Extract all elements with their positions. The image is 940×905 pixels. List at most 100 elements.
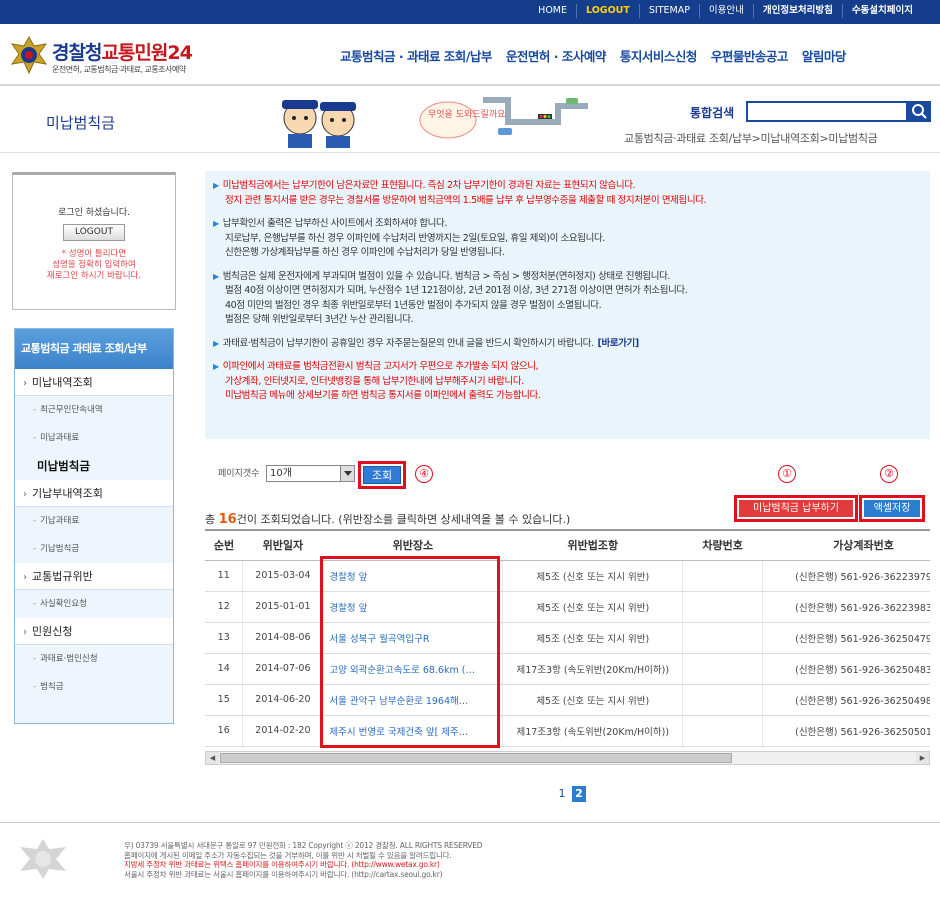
faq-shortcut-link[interactable]: [바로가기] — [598, 338, 640, 349]
column-header: 위반법조항 — [502, 529, 683, 561]
main-nav: 교통범칙금 · 과태료 조회/납부 운전면허 · 조사예약 통지서비스신청 우편… — [340, 46, 860, 65]
table-cell: 16 — [205, 715, 244, 747]
page-size-select[interactable]: 10개 — [266, 465, 355, 482]
side-menu-paid-penalty[interactable]: 기납과태료 — [15, 507, 173, 535]
bullet-icon: ▶ — [213, 219, 219, 228]
police-emblem-icon — [20, 839, 66, 879]
table-cell: 제5조 (신호 또는 지시 위반) — [502, 684, 684, 716]
nav-fine-payment[interactable]: 교통범칙금 · 과태료 조회/납부 — [340, 46, 492, 65]
excel-button-highlight: 액셀저장 — [859, 495, 925, 522]
table-cell — [682, 560, 764, 592]
nav-notification-service[interactable]: 통지서비스신청 — [620, 46, 698, 65]
side-menu-petition[interactable]: 민원신청 — [15, 618, 173, 645]
notice-box: ▶ 미납범칙금에서는 납부기한이 남은자료만 표현됩니다. 즉심 2차 납부기한이… — [205, 171, 930, 439]
home-link[interactable]: HOME — [529, 4, 576, 18]
violation-location-link[interactable]: 제주시 번영로 국제건축 앞[ 제주… — [322, 715, 504, 747]
table-row: 13 2014-08-06 서울 성북구 월곡역입구R 제5조 (신호 또는 지시 위… — [205, 622, 930, 654]
table-cell: (신한은행) 561-926-36250483 — [762, 653, 930, 685]
table-row: 16 2014-02-20 제주시 번영로 국제건축 앞[ 제주… 제17조3항 (속… — [205, 715, 930, 747]
table-cell: (신한은행) 561-926-36223983 — [762, 591, 930, 623]
inquiry-button[interactable]: 조회 — [363, 466, 401, 484]
table-cell: 제17조3항 (속도위반(20Km/H이하)) — [502, 715, 684, 747]
page-title: 미납범칙금 — [46, 114, 116, 132]
violation-location-link[interactable]: 경찰청 앞 — [322, 591, 504, 623]
sitemap-link[interactable]: SITEMAP — [638, 4, 699, 18]
police-emblem-icon[interactable] — [10, 36, 48, 76]
side-menu-penalty-request[interactable]: 과태료·범인신청 — [15, 645, 173, 673]
table-cell — [682, 622, 764, 654]
nav-returned-mail[interactable]: 우편물반송공고 — [711, 46, 789, 65]
site-logo[interactable]: 경찰청교통민원24 — [52, 38, 193, 65]
table-cell: 2014-02-20 — [242, 715, 324, 747]
table-cell — [682, 715, 764, 747]
page-2-link[interactable]: 2 — [572, 786, 586, 802]
scroll-thumb[interactable] — [220, 753, 732, 763]
table-cell: 2014-08-06 — [242, 622, 324, 654]
table-cell: 제17조3항 (속도위반(20Km/H이하)) — [502, 653, 684, 685]
side-menu-paid[interactable]: 기납부내역조회 — [15, 480, 173, 507]
chevron-down-icon — [340, 466, 354, 481]
bullet-icon: ▶ — [213, 338, 219, 348]
bullet-icon: ▶ — [213, 362, 219, 371]
table-cell: (신한은행) 561-926-36250479 — [762, 622, 930, 654]
svg-text:무엇을 도와드릴까요?: 무엇을 도와드릴까요? — [428, 108, 510, 120]
notice-paragraph: ▶ 과태료·범칙금이 납부기한이 공휴일인 경우 자주묻는질문의 안내 글을 반드… — [213, 337, 640, 349]
violation-location-link[interactable]: 서울 성북구 월곡역입구R — [322, 622, 504, 654]
login-status-box: 로그인 하셨습니다. LOGOUT * 성명이 틀리다면 성명을 정확히 입력하… — [12, 172, 176, 310]
bullet-icon: ▶ — [213, 181, 219, 190]
privacy-link[interactable]: 개인정보처리방침 — [752, 4, 842, 18]
side-menu-recent-enforcement[interactable]: 최근무인단속내역 — [15, 396, 173, 424]
side-menu-unpaid[interactable]: 미납내역조회 — [15, 369, 173, 396]
guide-link[interactable]: 이용안내 — [698, 4, 753, 18]
mascot-illustration-icon: 무엇을 도와드릴까요? — [282, 97, 588, 148]
nav-license-reservation[interactable]: 운전면허 · 조사예약 — [506, 46, 606, 65]
marker-1: ① — [778, 465, 796, 483]
nav-notice[interactable]: 알림마당 — [802, 46, 847, 65]
violation-location-link[interactable]: 고양 외곽순환고속도로 68.6km (… — [322, 653, 504, 685]
footer: 우) 03739 서울특별시 서대문구 통일로 97 민원전화 : 182 Co… — [0, 822, 940, 905]
pay-button-highlight: 미납범칙금 납부하기 — [734, 495, 858, 522]
table-cell: 15 — [205, 684, 244, 716]
violation-location-link[interactable]: 서울 관악구 남부순환로 1964해… — [322, 684, 504, 716]
side-menu-unpaid-penalty[interactable]: 미납과태료 — [15, 424, 173, 452]
scroll-left-icon[interactable]: ◀ — [206, 752, 219, 764]
search-icon — [912, 104, 927, 119]
column-header: 가상계좌번호 — [762, 529, 930, 561]
search-button-highlight: 조회 — [358, 461, 406, 489]
column-header: 차량번호 — [682, 529, 763, 561]
notice-paragraph: ▶ 납부확인서 출력은 납부하신 사이트에서 조회하셔야 합니다. 지로납부, 은… — [213, 218, 605, 258]
marker-4: ④ — [415, 465, 433, 483]
table-row: 14 2014-07-06 고양 외곽순환고속도로 68.6km (… 제17조3항 … — [205, 653, 930, 685]
table-row: 11 2015-03-04 경찰청 앞 제5조 (신호 또는 지시 위반) (신한은행)… — [205, 560, 930, 592]
table-cell: 11 — [205, 560, 244, 592]
horizontal-scrollbar[interactable]: ◀ ▶ — [205, 751, 930, 765]
sub-header: 미납범칙금 무엇을 도와드릴까요? 통합검색 교통범칙금·과태료 조회/납부>미… — [0, 88, 940, 153]
table-row: 15 2014-06-20 서울 관악구 남부순환로 1964해… 제5조 (신호 또… — [205, 684, 930, 716]
table-cell — [682, 653, 764, 685]
notice-paragraph: ▶ 범칙금은 실제 운전자에게 부과되며 벌점이 있을 수 있습니다. 범칙금 >… — [213, 270, 688, 326]
search-button[interactable] — [908, 101, 931, 122]
scroll-right-icon[interactable]: ▶ — [916, 752, 929, 764]
table-cell: 2015-03-04 — [242, 560, 324, 592]
excel-save-button[interactable]: 액셀저장 — [864, 500, 920, 517]
column-header: 위반장소 — [322, 529, 503, 561]
notice-paragraph: ▶ 미납범칙금에서는 납부기한이 남은자료만 표현됩니다. 즉심 2차 납부기한이… — [213, 180, 707, 206]
side-menu-violation[interactable]: 교통법규위반 — [15, 563, 173, 590]
logout-link[interactable]: LOGOUT — [576, 4, 639, 18]
search-input[interactable] — [746, 101, 908, 122]
table-cell: 13 — [205, 622, 244, 654]
search-label: 통합검색 — [690, 106, 735, 120]
manual-install-link[interactable]: 수동설치페이지 — [841, 4, 922, 18]
side-menu-fact-check[interactable]: 사실확인요청 — [15, 590, 173, 618]
page-1-link[interactable]: 1 — [555, 786, 569, 802]
side-menu-fine[interactable]: 범칙금 — [15, 673, 173, 701]
pay-fine-button[interactable]: 미납범칙금 납부하기 — [739, 500, 853, 517]
top-bar: HOME LOGOUT SITEMAP 이용안내 개인정보처리방침 수동설치페이… — [0, 0, 940, 24]
logout-button[interactable]: LOGOUT — [63, 224, 125, 241]
header: 경찰청교통민원24 운전면허, 교통범칙금·과태료, 교통조사예약 교통범칙금 … — [0, 24, 940, 86]
logo-subtitle: 운전면허, 교통범칙금·과태료, 교통조사예약 — [52, 65, 186, 74]
violation-location-link[interactable]: 경찰청 앞 — [322, 560, 504, 592]
table-cell — [682, 591, 764, 623]
side-menu-paid-fine[interactable]: 기납범칙금 — [15, 535, 173, 563]
side-menu-unpaid-fine[interactable]: 미납범칙금 — [15, 452, 173, 480]
